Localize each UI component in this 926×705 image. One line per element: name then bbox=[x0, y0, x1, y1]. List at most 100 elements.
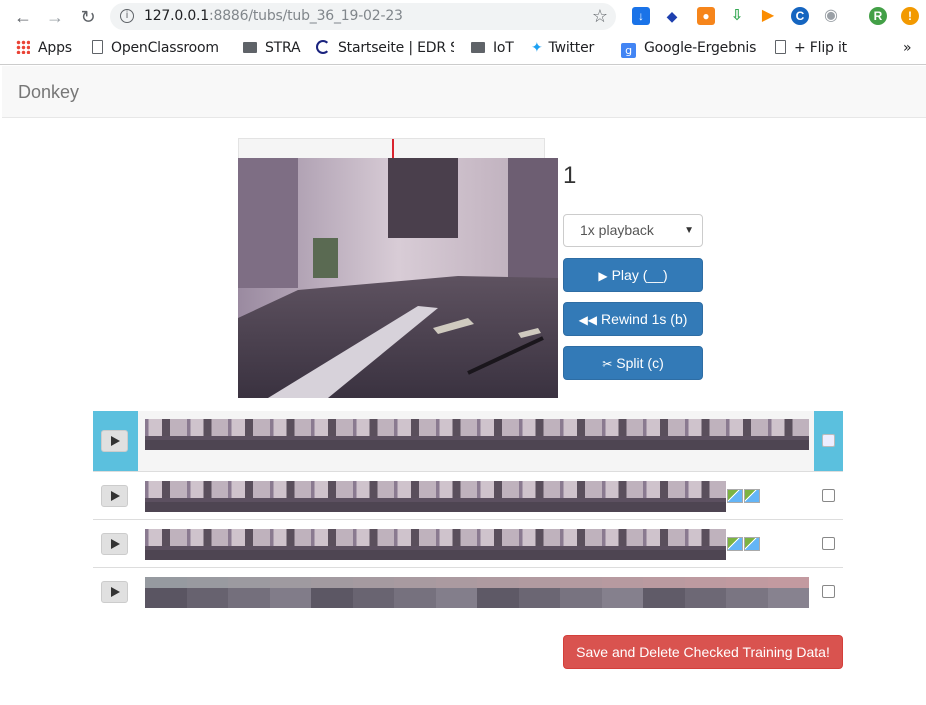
clip-thumbnail-strip[interactable] bbox=[145, 577, 809, 608]
clip-thumbnail bbox=[518, 577, 560, 608]
bookmark-stra[interactable]: STRA bbox=[243, 40, 301, 58]
url-text: 127.0.0.1:8886/tubs/tub_36_19-02-23 bbox=[144, 8, 403, 24]
play-button[interactable]: ▶ Play (__) bbox=[563, 258, 703, 292]
clip-delete-checkbox[interactable] bbox=[822, 537, 835, 550]
clip-thumbnail bbox=[684, 577, 726, 608]
bookmark-label: Google-Ergebnis bbox=[644, 40, 757, 56]
clip-row[interactable] bbox=[93, 471, 843, 519]
url-path: :8886/tubs/tub_36_19-02-23 bbox=[209, 8, 403, 24]
bookmark-label: Apps bbox=[38, 40, 72, 56]
broken-image-icon bbox=[744, 537, 760, 551]
brand-title[interactable]: Donkey bbox=[18, 82, 79, 103]
bookmark-apps[interactable]: Apps bbox=[16, 40, 72, 58]
bookmark-twitter[interactable]: ✦ Twitter bbox=[531, 40, 594, 58]
clip-thumbnail bbox=[560, 577, 602, 608]
profile-avatar[interactable]: R bbox=[869, 7, 887, 25]
c-extension-icon[interactable]: C bbox=[791, 7, 809, 25]
clip-delete-checkbox[interactable] bbox=[822, 489, 835, 502]
playback-progress-bar[interactable] bbox=[238, 138, 545, 159]
split-button[interactable]: ✂ Split (c) bbox=[563, 346, 703, 380]
clip-play-button[interactable] bbox=[101, 485, 128, 507]
clip-row[interactable] bbox=[93, 411, 843, 471]
bookmark-label: Startseite | EDR S bbox=[338, 40, 454, 56]
save-extension-icon[interactable]: ⇩ bbox=[728, 7, 746, 25]
clip-thumbnail bbox=[394, 529, 436, 560]
clip-delete-checkbox[interactable] bbox=[822, 434, 835, 447]
metamask-extension-icon[interactable]: ● bbox=[697, 7, 715, 25]
rewind-button[interactable]: ◀◀ Rewind 1s (b) bbox=[563, 302, 703, 336]
clip-play-button[interactable] bbox=[101, 533, 128, 555]
clip-play-button[interactable] bbox=[101, 430, 128, 452]
target-extension-icon[interactable]: ◉ bbox=[822, 7, 840, 25]
bookmark-google[interactable]: g Google-Ergebnis bbox=[621, 40, 759, 58]
clip-row[interactable] bbox=[93, 519, 843, 567]
page-icon bbox=[92, 40, 103, 54]
clip-thumbnail-strip[interactable] bbox=[145, 529, 760, 560]
save-delete-button[interactable]: Save and Delete Checked Training Data! bbox=[563, 635, 843, 669]
url-host: 127.0.0.1 bbox=[144, 8, 209, 24]
clip-row[interactable] bbox=[93, 567, 843, 615]
bookmark-flipit[interactable]: + Flip it bbox=[775, 40, 847, 58]
browser-toolbar: ← → ↻ i 127.0.0.1:8886/tubs/tub_36_19-02… bbox=[0, 0, 926, 34]
clip-thumbnail bbox=[352, 419, 394, 450]
clip-thumbnail bbox=[643, 419, 685, 450]
clip-thumbnail bbox=[643, 529, 685, 560]
clip-thumbnail bbox=[352, 481, 394, 512]
rewind-label: Rewind 1s (b) bbox=[601, 311, 688, 327]
clip-thumbnail bbox=[228, 529, 270, 560]
forward-icon[interactable]: → bbox=[44, 6, 66, 28]
clip-thumbnail bbox=[435, 577, 477, 608]
broken-image-icon bbox=[727, 537, 743, 551]
clip-thumbnail bbox=[435, 481, 477, 512]
clip-thumbnail bbox=[352, 577, 394, 608]
clip-thumbnail bbox=[601, 577, 643, 608]
clip-thumbnail bbox=[767, 577, 809, 608]
update-alert-icon[interactable]: ! bbox=[901, 7, 919, 25]
play-extension-icon[interactable]: ▶ bbox=[759, 7, 777, 25]
bookmark-openclassroom[interactable]: OpenClassroom bbox=[92, 40, 219, 58]
clip-thumbnail bbox=[311, 419, 353, 450]
clip-thumbnail bbox=[684, 419, 726, 450]
clip-thumbnail bbox=[518, 529, 560, 560]
edr-icon bbox=[316, 40, 330, 54]
clip-thumbnail bbox=[601, 529, 643, 560]
progress-marker[interactable] bbox=[391, 139, 394, 159]
clip-thumbnail bbox=[394, 577, 436, 608]
back-icon[interactable]: ← bbox=[12, 6, 34, 28]
clip-thumbnail-strip[interactable] bbox=[145, 481, 760, 512]
split-label: Split (c) bbox=[616, 355, 664, 371]
clip-thumbnail bbox=[145, 529, 187, 560]
rewind-icon: ◀◀ bbox=[578, 313, 598, 327]
page-icon bbox=[775, 40, 786, 54]
info-icon[interactable]: i bbox=[120, 9, 134, 23]
clip-thumbnail bbox=[477, 529, 519, 560]
bookmarks-overflow[interactable]: » bbox=[903, 40, 912, 58]
clip-thumbnail bbox=[228, 419, 270, 450]
twitter-icon: ✦ bbox=[531, 40, 543, 56]
clip-thumbnail-strip[interactable] bbox=[145, 419, 809, 450]
bookmarks-bar: Apps OpenClassroom STRA Startseite | EDR… bbox=[0, 34, 926, 65]
clip-thumbnail bbox=[186, 529, 228, 560]
clip-play-button[interactable] bbox=[101, 581, 128, 603]
ethereum-extension-icon[interactable]: ◆ bbox=[663, 7, 681, 25]
clip-thumbnail bbox=[560, 481, 602, 512]
clip-thumbnail bbox=[186, 481, 228, 512]
playback-speed-select[interactable]: 1x playback ▼ bbox=[563, 214, 703, 247]
folder-icon bbox=[243, 42, 257, 53]
clip-delete-checkbox[interactable] bbox=[822, 585, 835, 598]
clip-thumbnail bbox=[269, 577, 311, 608]
bookmark-star-icon[interactable]: ☆ bbox=[592, 6, 608, 27]
clip-thumbnail bbox=[145, 577, 187, 608]
bookmark-startseite[interactable]: Startseite | EDR S bbox=[316, 40, 454, 58]
download-extension-icon[interactable]: ↓ bbox=[632, 7, 650, 25]
clip-thumbnail bbox=[684, 529, 726, 560]
bookmark-label: + Flip it bbox=[794, 40, 847, 56]
clip-thumbnail bbox=[643, 577, 685, 608]
clip-thumbnail bbox=[352, 529, 394, 560]
address-bar[interactable]: i 127.0.0.1:8886/tubs/tub_36_19-02-23 ☆ bbox=[110, 3, 616, 30]
reload-icon[interactable]: ↻ bbox=[77, 6, 99, 28]
broken-image-icon bbox=[727, 489, 743, 503]
app-navbar: Donkey bbox=[2, 66, 926, 118]
bookmark-iot[interactable]: IoT bbox=[471, 40, 514, 58]
play-label: Play (__) bbox=[611, 267, 668, 283]
